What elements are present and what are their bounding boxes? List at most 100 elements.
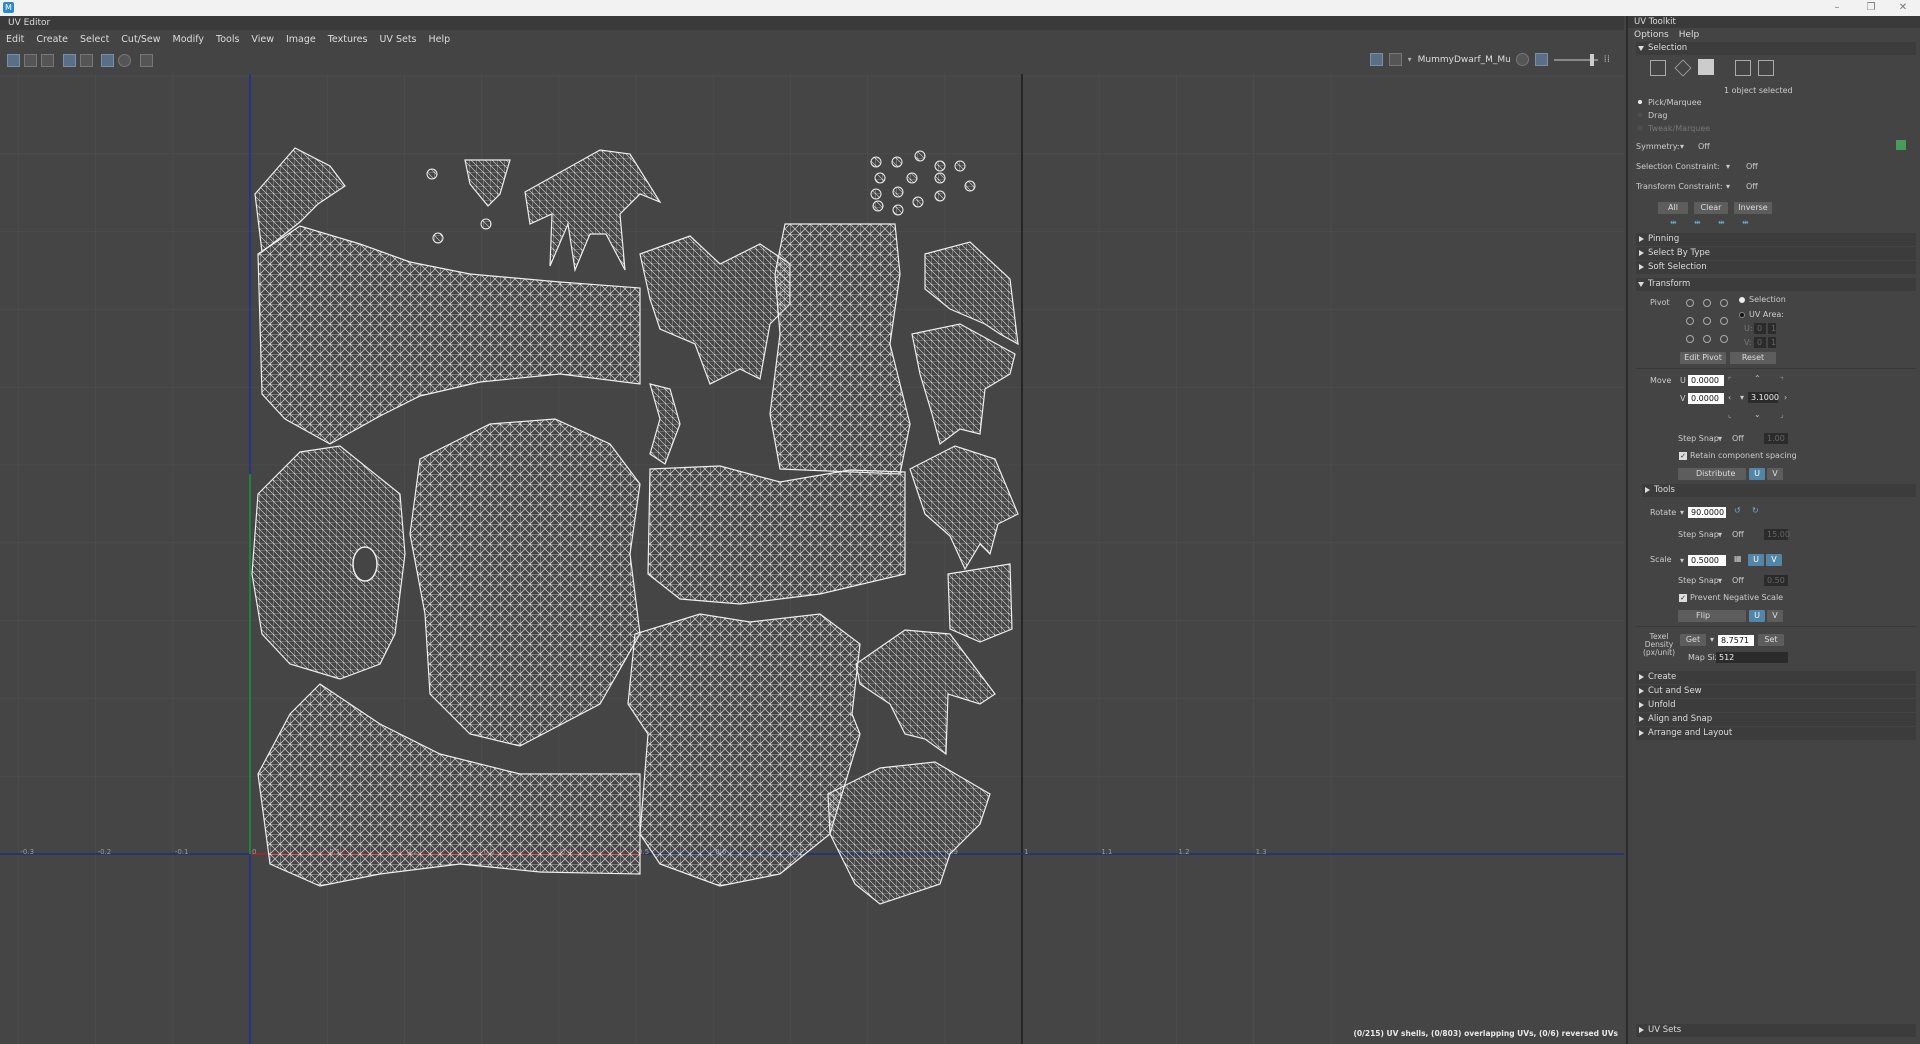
shrink-selection-icon[interactable]: ⇹	[1694, 218, 1701, 227]
move-down-icon[interactable]: ⌄	[1754, 410, 1761, 419]
menu-help[interactable]: Help	[429, 34, 451, 45]
isolate-icon[interactable]	[118, 54, 131, 67]
move-down-right-icon[interactable]: ⌟	[1780, 410, 1784, 419]
scale-uniform-icon[interactable]: ▦	[1734, 554, 1742, 563]
move-down-left-icon[interactable]: ⌞	[1728, 410, 1732, 419]
distribute-v-button[interactable]: V	[1767, 468, 1783, 480]
distribute-button[interactable]: Distribute	[1678, 468, 1746, 480]
pivot-mr-radio[interactable]	[1720, 317, 1728, 325]
shaded-icon[interactable]	[1515, 53, 1529, 66]
dropdown-arrow-icon[interactable]: ▾	[1408, 55, 1412, 64]
uv-viewport[interactable]: -0.3-0.2-0.100.10.20.30.40.50.60.70.80.9…	[0, 74, 1624, 1044]
pivot-bl-radio[interactable]	[1686, 335, 1694, 343]
texel-density-field[interactable]: 8.7571	[1718, 635, 1754, 646]
move-right-icon[interactable]: ›	[1784, 393, 1787, 402]
texel-dropdown-icon[interactable]: ▾	[1710, 635, 1714, 644]
rotate-ccw-icon[interactable]: ↺	[1734, 506, 1741, 515]
distribute-u-button[interactable]: U	[1749, 468, 1765, 480]
wire-view-icon[interactable]	[80, 54, 93, 67]
exposure-icon[interactable]	[1534, 53, 1548, 66]
menu-textures[interactable]: Textures	[328, 34, 368, 45]
pivot-uv-area-radio[interactable]	[1739, 312, 1745, 318]
expand-toolbar-icon[interactable]: ⁞⁞	[1604, 54, 1610, 65]
flip-button[interactable]: Flip	[1678, 610, 1746, 622]
move-v-field[interactable]: 0.0000	[1688, 393, 1724, 404]
scale-field[interactable]: 0.5000	[1688, 555, 1726, 566]
close-icon[interactable]: ✕	[1888, 0, 1918, 16]
scale-u-button[interactable]: U	[1748, 554, 1764, 566]
move-u-field[interactable]: 0.0000	[1688, 375, 1724, 386]
toolkit-menu-options[interactable]: Options	[1634, 30, 1669, 40]
move-step-snap-dropdown-icon[interactable]: ▾	[1718, 434, 1722, 443]
scale-step-snap-value[interactable]: Off	[1732, 576, 1744, 585]
pivot-uv-area-label[interactable]: UV Area:	[1749, 310, 1784, 319]
transform-constraint-dropdown-icon[interactable]: ▾	[1726, 182, 1730, 191]
pivot-v-field[interactable]: 0	[1754, 337, 1766, 348]
drag-label[interactable]: Drag	[1648, 111, 1667, 120]
scale-step-snap-dropdown-icon[interactable]: ▾	[1718, 576, 1722, 585]
transform-constraint-value[interactable]: Off	[1746, 182, 1758, 191]
menu-edit[interactable]: Edit	[6, 34, 24, 45]
grid-view-icon[interactable]	[63, 54, 76, 67]
minimize-icon[interactable]: –	[1822, 0, 1852, 16]
scale-v-button[interactable]: V	[1766, 554, 1782, 566]
pivot-ml-radio[interactable]	[1686, 317, 1694, 325]
transform-header[interactable]: Transform	[1636, 278, 1916, 291]
snapshot-icon[interactable]	[140, 54, 153, 67]
tile-select-icon[interactable]	[41, 54, 54, 67]
checker-icon[interactable]	[101, 54, 114, 67]
marquee-select-icon[interactable]	[1650, 60, 1666, 76]
pivot-br-radio[interactable]	[1720, 335, 1728, 343]
select-loop-icon[interactable]: ⇹	[1742, 218, 1749, 227]
move-up-left-icon[interactable]: ⌜	[1728, 376, 1732, 385]
retain-spacing-checkbox[interactable]: ✓	[1679, 452, 1687, 460]
pivot-u-field[interactable]: 0	[1754, 323, 1766, 334]
pivot-selection-label[interactable]: Selection	[1749, 295, 1786, 304]
move-step-field[interactable]: 3.1000	[1748, 392, 1779, 403]
rotate-step-snap-amount[interactable]: 15.00	[1764, 529, 1790, 540]
inverse-selection-button[interactable]: Inverse	[1734, 202, 1772, 214]
move-up-right-icon[interactable]: ⌝	[1780, 376, 1784, 385]
pivot-mc-radio[interactable]	[1703, 317, 1711, 325]
uv-grid-canvas[interactable]: -0.3-0.2-0.100.10.20.30.40.50.60.70.80.9…	[0, 74, 1624, 1044]
prevent-negative-scale-checkbox[interactable]: ✓	[1679, 594, 1687, 602]
shell-select-icon[interactable]	[24, 54, 37, 67]
create-header[interactable]: Create	[1636, 671, 1916, 684]
clear-selection-button[interactable]: Clear	[1694, 202, 1728, 214]
symmetry-toggle-icon[interactable]	[1896, 140, 1906, 150]
checker-display-icon[interactable]	[1388, 53, 1402, 66]
drag-radio[interactable]	[1638, 113, 1642, 117]
grid-select-icon[interactable]	[1758, 60, 1774, 76]
menu-view[interactable]: View	[251, 34, 274, 45]
gamma-slider[interactable]	[1553, 53, 1598, 66]
rotate-step-snap-dropdown-icon[interactable]: ▾	[1718, 530, 1722, 539]
texel-set-button[interactable]: Set	[1758, 634, 1784, 646]
shell-select-icon[interactable]	[1735, 60, 1751, 76]
cube-select-icon[interactable]	[1698, 59, 1714, 75]
rotate-dropdown-icon[interactable]: ▾	[1680, 508, 1684, 517]
uv-select-icon[interactable]	[7, 54, 20, 67]
pivot-u-extra-field[interactable]: 1	[1768, 323, 1776, 334]
select-by-type-header[interactable]: Select By Type	[1636, 247, 1916, 260]
align-and-snap-header[interactable]: Align and Snap	[1636, 713, 1916, 726]
scale-step-snap-amount[interactable]: 0.50	[1764, 575, 1788, 586]
tweak-marquee-label[interactable]: Tweak/Marquee	[1648, 124, 1710, 133]
symmetry-dropdown-icon[interactable]: ▾	[1680, 142, 1684, 151]
menu-uv-sets[interactable]: UV Sets	[379, 34, 416, 45]
menu-select[interactable]: Select	[80, 34, 109, 45]
menu-image[interactable]: Image	[286, 34, 316, 45]
selection-constraint-value[interactable]: Off	[1746, 162, 1758, 171]
symmetry-value[interactable]: Off	[1698, 142, 1710, 151]
texel-get-button[interactable]: Get	[1680, 634, 1706, 646]
menu-modify[interactable]: Modify	[173, 34, 204, 45]
arrange-and-layout-header[interactable]: Arrange and Layout	[1636, 727, 1916, 740]
move-step-snap-value[interactable]: Off	[1732, 434, 1744, 443]
rotate-cw-icon[interactable]: ↻	[1752, 506, 1759, 515]
tweak-marquee-radio[interactable]	[1638, 126, 1642, 130]
unfold-header[interactable]: Unfold	[1636, 699, 1916, 712]
pivot-selection-radio[interactable]	[1739, 297, 1745, 303]
reset-pivot-button[interactable]: Reset	[1730, 352, 1776, 364]
select-border-icon[interactable]: ⇹	[1718, 218, 1725, 227]
pivot-tl-radio[interactable]	[1686, 299, 1694, 307]
pivot-bc-radio[interactable]	[1703, 335, 1711, 343]
